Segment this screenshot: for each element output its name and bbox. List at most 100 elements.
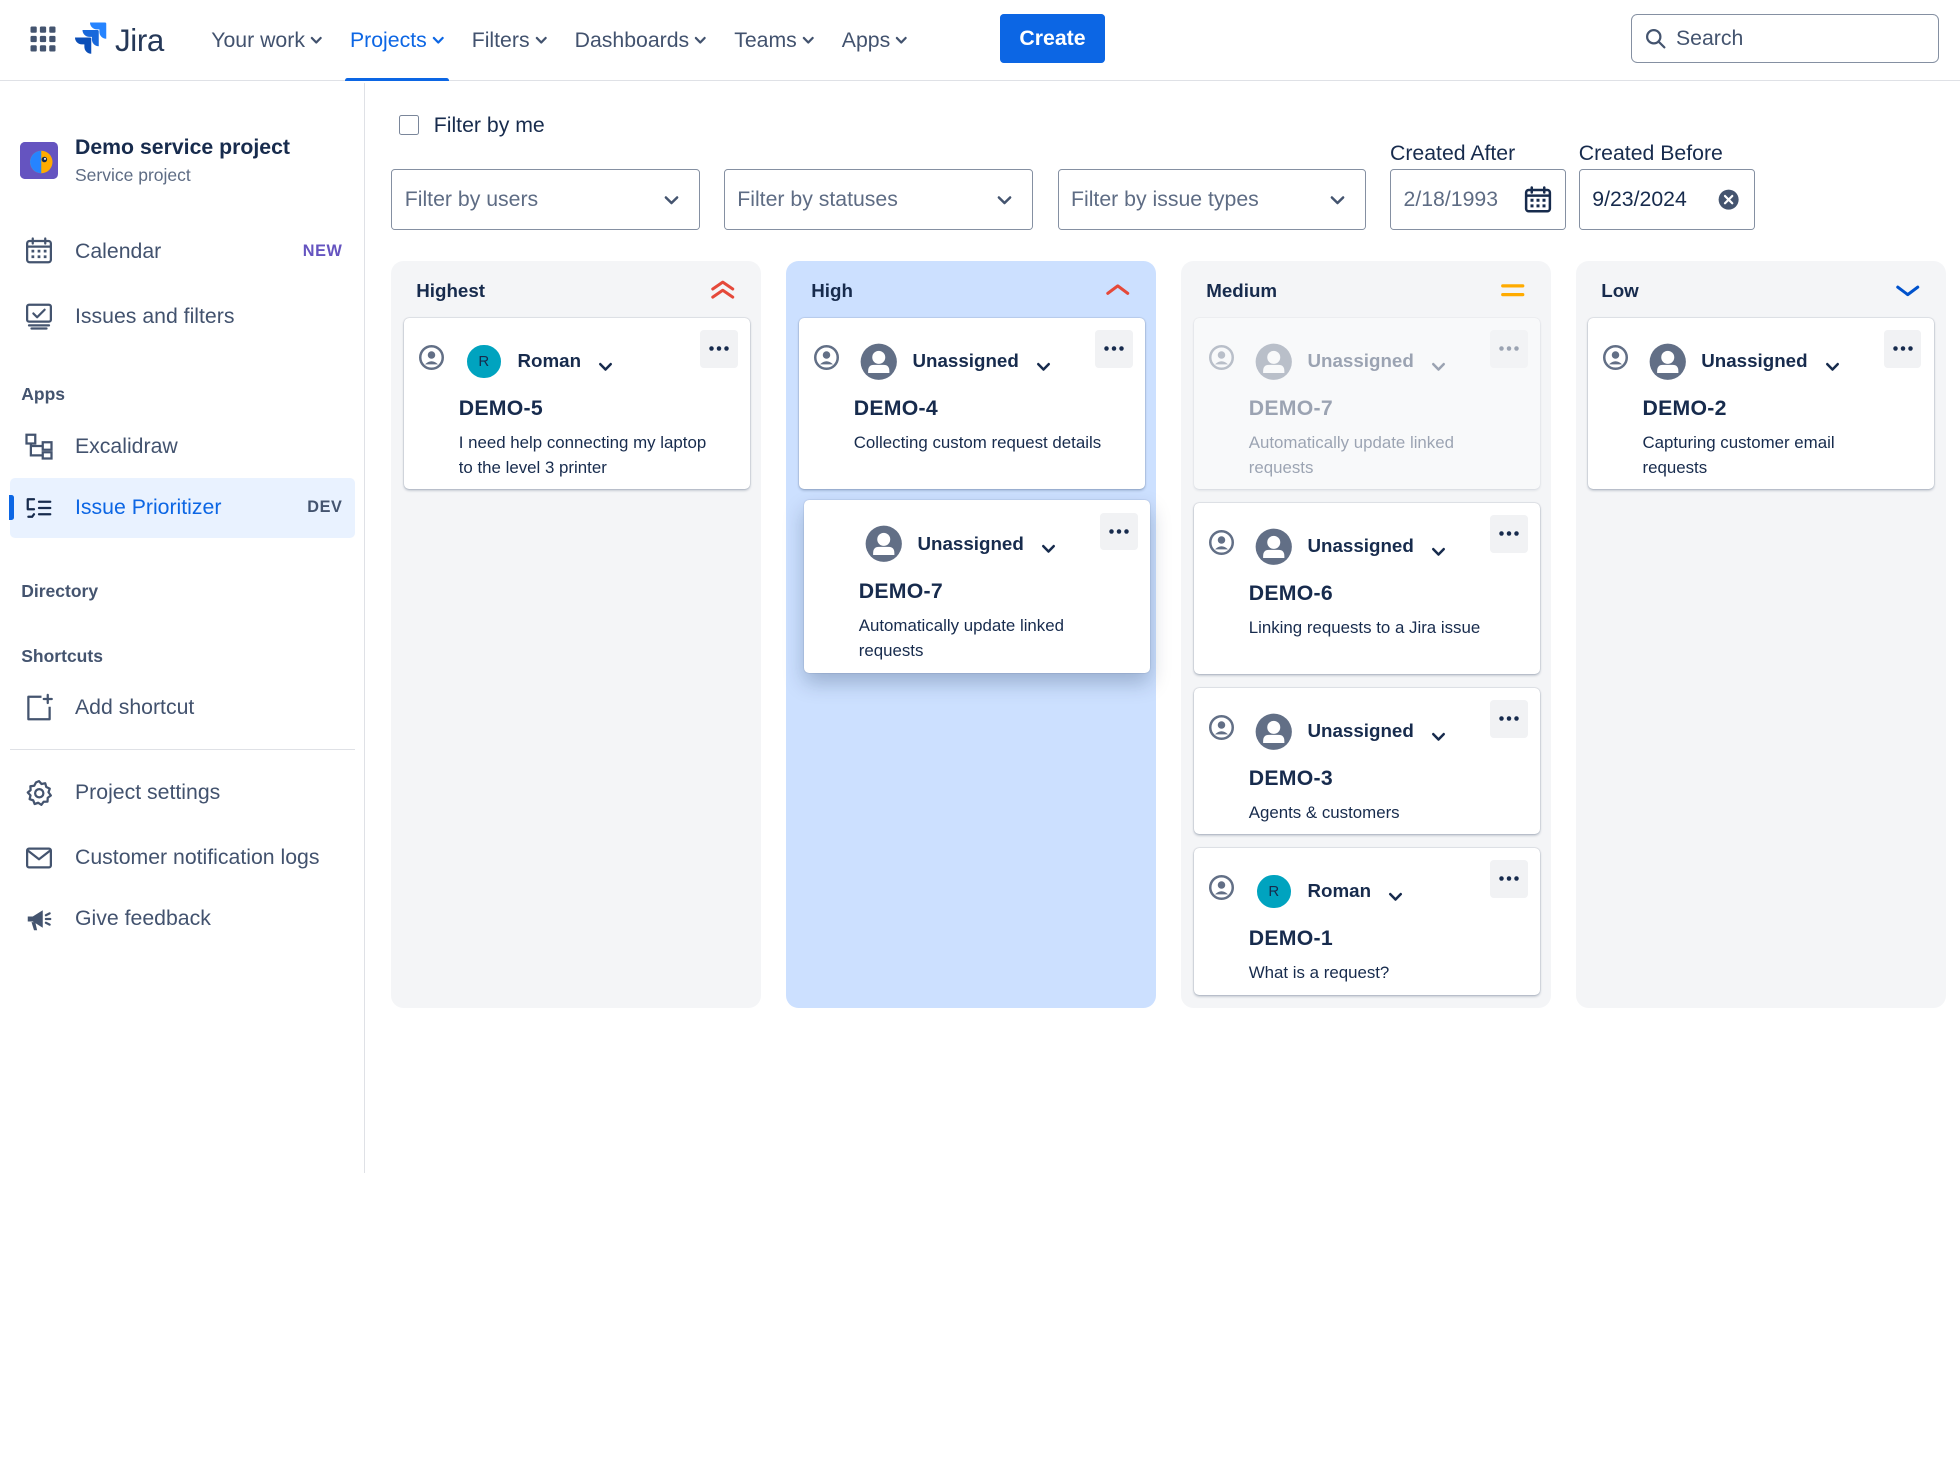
select-placeholder: Filter by statuses: [737, 186, 898, 211]
filter-by-me[interactable]: Filter by me: [398, 113, 545, 138]
issue-card[interactable]: Unassigned DEMO-3 Agents & customers: [1193, 687, 1540, 834]
more-actions-button[interactable]: [1095, 330, 1133, 368]
sidebar-item-issues-and-filters[interactable]: Issues and filters: [10, 286, 355, 346]
issue-card[interactable]: Unassigned DEMO-2 Capturing customer ema…: [1587, 317, 1934, 489]
more-dots-icon: [1499, 346, 1519, 351]
chevron-down-icon[interactable]: [1388, 886, 1403, 909]
sidebar-item-label: Project settings: [75, 780, 221, 804]
issue-key[interactable]: DEMO-1: [1249, 926, 1333, 951]
chevron-down-icon[interactable]: [1431, 541, 1446, 564]
more-actions-button[interactable]: [1490, 700, 1528, 738]
sidebar-item-label: Calendar: [75, 238, 162, 263]
search-input[interactable]: [1676, 25, 1914, 51]
unassigned-avatar-icon: [860, 343, 898, 381]
search-box[interactable]: [1631, 13, 1939, 63]
assignee-name[interactable]: Roman: [1308, 880, 1372, 902]
unassigned-avatar-icon: [1255, 343, 1293, 381]
issue-summary: Linking requests to a Jira issue: [1248, 618, 1481, 637]
jira-logo-icon: [75, 20, 108, 61]
nav-dashboards[interactable]: Dashboards: [561, 0, 721, 81]
nav-label: Apps: [841, 28, 891, 53]
apps-heading: Apps: [21, 383, 65, 404]
issue-key[interactable]: DEMO-3: [1249, 766, 1333, 791]
more-dots-icon: [1499, 531, 1519, 536]
issue-card[interactable]: Unassigned DEMO-6 Linking requests to a …: [1193, 502, 1540, 674]
assignee-name[interactable]: Unassigned: [1308, 720, 1414, 742]
issues-monitor-icon: [23, 300, 56, 333]
priority-highest-icon: [709, 279, 737, 308]
assignee-name[interactable]: Roman: [518, 350, 582, 372]
calendar-icon[interactable]: [1523, 185, 1553, 221]
issue-card[interactable]: Unassigned DEMO-4 Collecting custom requ…: [798, 317, 1145, 489]
column-title: Medium: [1206, 280, 1278, 301]
project-sidebar: Demo service project Service project Cal…: [0, 82, 365, 1173]
sidebar-item-issue-prioritizer[interactable]: Issue Prioritizer DEV: [8, 477, 355, 538]
issue-key[interactable]: DEMO-6: [1249, 581, 1333, 606]
created-before-value: 9/23/2024: [1592, 186, 1687, 211]
sidebar-item-give-feedback[interactable]: Give feedback: [10, 889, 355, 949]
nav-filters[interactable]: Filters: [458, 0, 561, 81]
sidebar-item-label: Add shortcut: [75, 695, 195, 719]
priority-medium-icon: [1499, 279, 1527, 308]
sidebar-item-calendar[interactable]: Calendar NEW: [10, 221, 355, 281]
issue-key[interactable]: DEMO-2: [1643, 396, 1727, 421]
dragging-issue-card[interactable]: Unassigned DEMO-7 Automatically update l…: [803, 500, 1150, 673]
assignee-name[interactable]: Unassigned: [1308, 535, 1414, 557]
more-dots-icon: [1104, 346, 1124, 351]
issue-key[interactable]: DEMO-4: [854, 396, 938, 421]
sidebar-item-notification-logs[interactable]: Customer notification logs: [10, 828, 355, 888]
project-header[interactable]: Demo service project Service project: [20, 135, 290, 186]
filter-by-users-select[interactable]: Filter by users: [391, 168, 700, 230]
chevron-down-icon[interactable]: [1036, 356, 1051, 379]
create-button[interactable]: Create: [1000, 13, 1105, 63]
nav-teams[interactable]: Teams: [720, 0, 828, 81]
nav-apps[interactable]: Apps: [828, 0, 921, 81]
more-actions-button[interactable]: [1490, 860, 1528, 898]
directory-heading[interactable]: Directory: [21, 581, 98, 602]
issue-summary: Agents & customers: [1248, 803, 1400, 822]
assignee-name[interactable]: Unassigned: [918, 533, 1024, 555]
person-icon: [1208, 345, 1234, 376]
nav-label: Teams: [734, 28, 797, 53]
app-switcher-grid-icon[interactable]: [28, 24, 58, 54]
created-after-value: 2/18/1993: [1403, 186, 1499, 211]
sidebar-item-project-settings[interactable]: Project settings: [10, 763, 355, 823]
assignee-name: Unassigned: [1307, 350, 1414, 371]
column-high: High Unassigned DEMO-4 Collecting custom…: [786, 261, 1157, 1008]
sidebar-item-excalidraw[interactable]: Excalidraw: [10, 416, 355, 476]
nav-your-work[interactable]: Your work: [198, 0, 337, 81]
assignee-name[interactable]: Unassigned: [913, 350, 1019, 372]
jira-app: Jira Your work Projects Filters Dashboar…: [0, 0, 1960, 1173]
filter-by-statuses-select[interactable]: Filter by statuses: [723, 168, 1033, 230]
chevron-down-icon[interactable]: [1041, 539, 1056, 562]
clear-date-icon[interactable]: [1718, 189, 1739, 216]
more-actions-button[interactable]: [1883, 330, 1922, 368]
filter-by-me-checkbox[interactable]: [398, 115, 419, 135]
created-after-label: Created After: [1390, 141, 1516, 166]
more-actions-button[interactable]: [700, 330, 738, 368]
more-actions-button[interactable]: [1490, 515, 1528, 553]
chevron-down-icon[interactable]: [1431, 726, 1446, 749]
chevron-down-icon: [432, 37, 444, 44]
nav-projects[interactable]: Projects: [336, 0, 458, 82]
column-title: Low: [1601, 280, 1639, 301]
unassigned-avatar-icon: [1255, 528, 1293, 566]
sidebar-item-add-shortcut[interactable]: Add shortcut: [10, 678, 355, 738]
issue-key[interactable]: DEMO-5: [459, 396, 543, 421]
chevron-down-icon[interactable]: [598, 356, 613, 379]
chevron-down-icon[interactable]: [1825, 356, 1840, 379]
jira-logo[interactable]: Jira: [75, 20, 164, 61]
created-after-date-field[interactable]: 2/18/1993: [1390, 168, 1567, 230]
sidebar-item-label: Give feedback: [75, 906, 211, 931]
created-before-date-field[interactable]: 9/23/2024: [1578, 168, 1755, 230]
chevron-down-icon: [694, 37, 706, 44]
assignee-name[interactable]: Unassigned: [1701, 350, 1807, 372]
chevron-down-icon: [997, 195, 1011, 204]
issue-card[interactable]: R Roman DEMO-5 I need help connecting my…: [403, 317, 750, 489]
issue-card[interactable]: R Roman DEMO-1 What is a request?: [1193, 847, 1540, 995]
issue-card-placeholder: Unassigned DEMO-7 Automatically update l…: [1193, 317, 1540, 489]
more-actions-button[interactable]: [1100, 512, 1138, 550]
filter-by-issue-types-select[interactable]: Filter by issue types: [1057, 168, 1367, 230]
issue-key[interactable]: DEMO-7: [859, 579, 943, 604]
chevron-down-icon: [535, 37, 547, 44]
